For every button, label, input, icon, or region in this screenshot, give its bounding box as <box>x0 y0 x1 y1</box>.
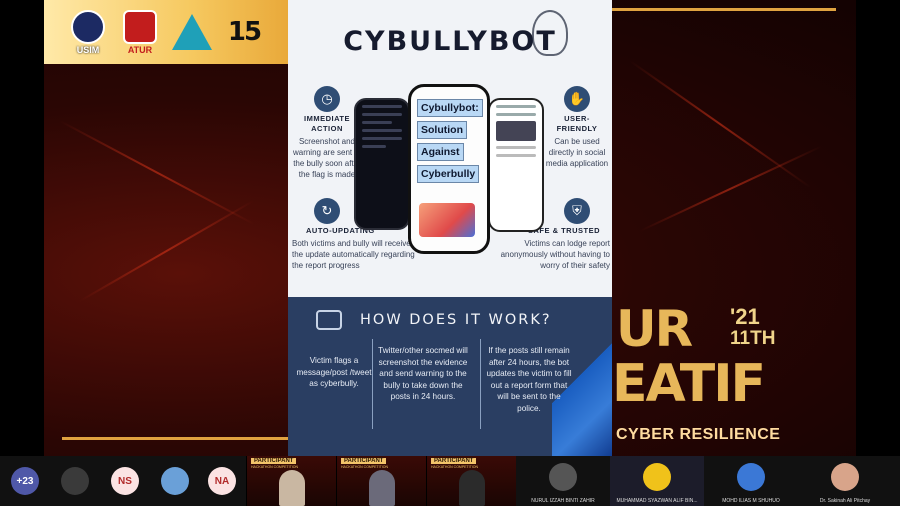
participant-video <box>279 470 305 506</box>
feature-user-friendly: ✋ USER-FRIENDLY Can be used directly in … <box>544 86 610 169</box>
avatar <box>161 467 189 495</box>
participant-tile[interactable] <box>50 456 100 506</box>
participant-tile[interactable]: MUHAMMAD SYAZWAN ALIF BIN... <box>610 456 704 506</box>
phone-mockup-center: Cybullybot: Solution Against Cyberbully <box>408 84 490 254</box>
avatar <box>643 463 671 491</box>
participant-strip: +23 NS NA PARTICIPANT HACKATHON COMPETIT… <box>0 456 900 506</box>
background-streak <box>59 120 255 226</box>
bot-circuit-icon <box>532 10 568 56</box>
how-it-works-panel: HOW DOES IT WORK? Victim flags a message… <box>288 297 612 456</box>
anniversary-logo: 15 <box>227 17 262 47</box>
step-divider <box>480 339 481 429</box>
video-tile[interactable]: PARTICIPANT HACKATHON COMPETITION <box>336 456 426 506</box>
shared-screen: USIM ATUR 15 CYBULLYBOT ◷ IMMEDIATE ACTI… <box>0 0 900 456</box>
participant-tile[interactable]: NURUL IZZAH BINTI ZAHIR <box>516 456 610 506</box>
participant-tile[interactable]: MOHD ILIAS M SHUHUO <box>704 456 798 506</box>
phone-mockup-left <box>354 98 410 230</box>
faculty-logo <box>170 7 214 57</box>
letterbox-left <box>0 0 44 456</box>
avatar <box>831 463 859 491</box>
illustration <box>419 203 475 237</box>
how-it-works-title: HOW DOES IT WORK? <box>360 312 552 328</box>
gold-divider <box>62 437 288 440</box>
handshake-icon: ✋ <box>564 86 590 112</box>
avatar: NA <box>208 467 236 495</box>
background-streak <box>629 60 811 189</box>
people-icon <box>316 310 342 330</box>
participant-tile[interactable]: NA <box>200 456 244 506</box>
usim-logo: USIM <box>66 7 110 57</box>
step-2: Twitter/other socmed will screenshot the… <box>378 346 468 401</box>
cybullybot-poster: CYBULLYBOT ◷ IMMEDIATE ACTION Screenshot… <box>288 0 612 456</box>
refresh-icon: ↻ <box>314 198 340 224</box>
phone-mockup-right <box>488 98 544 232</box>
participant-tile[interactable] <box>150 456 200 506</box>
gold-divider <box>612 8 836 11</box>
letterbox-right <box>856 0 900 456</box>
phone-headline: Cybullybot: Solution Against Cyberbully <box>411 87 487 185</box>
participant-video <box>369 470 395 506</box>
feature-immediate-action: ◷ IMMEDIATE ACTION Screenshot and warnin… <box>292 86 362 180</box>
shield-icon: ⛨ <box>564 198 590 224</box>
background-streak <box>639 145 822 232</box>
step-divider <box>372 339 373 429</box>
atur-kreatif-event-logo: UR '21 11TH EATIF CYBER RESILIENCE <box>612 300 781 443</box>
background-streak <box>79 200 254 302</box>
step-3: If the posts still remain after 24 hours… <box>486 346 572 413</box>
avatar <box>61 467 89 495</box>
participant-tile[interactable]: Dr. Sakinah Ali Pitchay <box>798 456 892 506</box>
participant-tile[interactable]: NS <box>100 456 150 506</box>
atur-kreatif-logo: ATUR <box>118 7 162 57</box>
sponsor-logo-bar: USIM ATUR 15 <box>44 0 288 64</box>
video-tile[interactable]: PARTICIPANT HACKATHON COMPETITION <box>426 456 516 506</box>
video-tile[interactable]: PARTICIPANT HACKATHON COMPETITION <box>246 456 336 506</box>
step-1: Victim flags a message/post /tweet as cy… <box>296 356 372 388</box>
more-participants-tile[interactable]: +23 <box>0 456 50 506</box>
speedometer-icon: ◷ <box>314 86 340 112</box>
participant-video <box>459 470 485 506</box>
avatar <box>549 463 577 491</box>
avatar <box>737 463 765 491</box>
avatar: NS <box>111 467 139 495</box>
